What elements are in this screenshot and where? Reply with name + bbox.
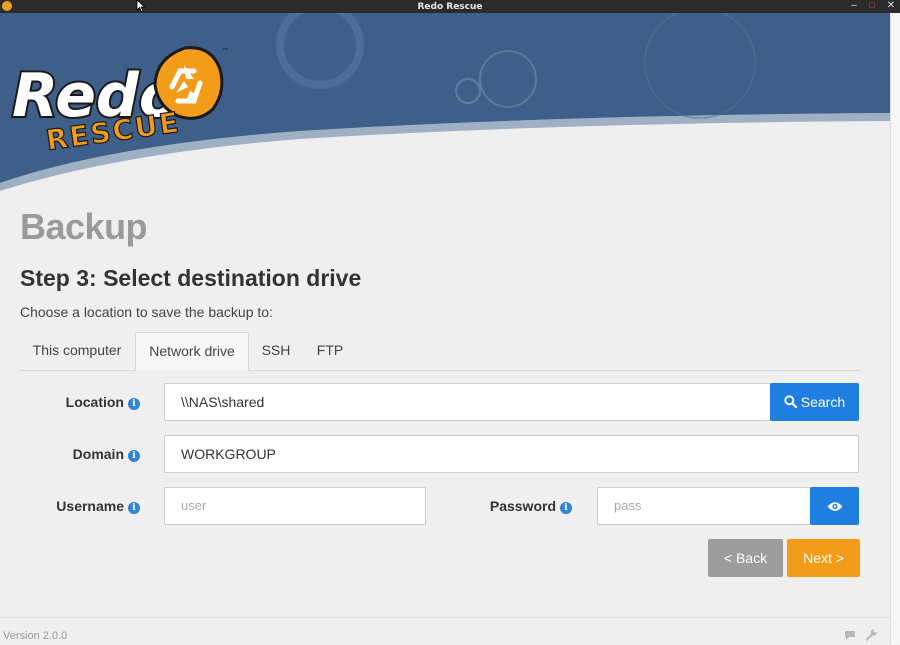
- minimize-icon[interactable]: –: [847, 0, 861, 13]
- info-icon[interactable]: i: [128, 450, 140, 462]
- domain-label: Domain: [72, 446, 124, 462]
- wrench-icon[interactable]: [864, 628, 878, 642]
- tab-ftp[interactable]: FTP: [305, 332, 355, 370]
- location-input[interactable]: \\NAS\shared: [164, 383, 771, 421]
- domain-label-group: Domain i: [40, 446, 140, 462]
- instructions-text: Choose a location to save the backup to:: [20, 304, 273, 320]
- scrollbar[interactable]: [890, 13, 900, 644]
- header-banner: Redo ™ RESCUE: [0, 13, 890, 198]
- location-label-group: Location i: [40, 394, 140, 410]
- tab-network-drive[interactable]: Network drive: [135, 332, 249, 371]
- search-button[interactable]: Search: [770, 383, 859, 421]
- search-button-label: Search: [800, 394, 846, 410]
- back-button[interactable]: < Back: [708, 539, 783, 577]
- version-text: Version 2.0.0: [3, 630, 68, 642]
- close-icon[interactable]: ✕: [884, 0, 898, 13]
- app-icon: [2, 1, 12, 11]
- mouse-cursor-icon: [136, 0, 146, 12]
- username-label-group: Username i: [30, 498, 140, 514]
- username-input[interactable]: user: [164, 487, 426, 525]
- location-label: Location: [65, 394, 124, 410]
- password-input[interactable]: pass: [597, 487, 811, 525]
- tab-ssh[interactable]: SSH: [251, 332, 301, 370]
- window-title: Redo Rescue: [417, 2, 483, 12]
- username-label: Username: [56, 498, 124, 514]
- maximize-icon[interactable]: □: [865, 0, 879, 13]
- redo-rescue-logo: Redo ™ RESCUE: [8, 43, 228, 153]
- page-title: Backup: [20, 206, 148, 247]
- show-password-button[interactable]: [810, 487, 859, 525]
- window-titlebar: Redo Rescue – □ ✕: [0, 0, 900, 13]
- next-button[interactable]: Next >: [787, 539, 860, 577]
- info-icon[interactable]: i: [560, 502, 572, 514]
- search-icon: [784, 395, 797, 409]
- info-icon[interactable]: i: [128, 502, 140, 514]
- footer: Version 2.0.0: [0, 617, 890, 645]
- svg-text:™: ™: [222, 47, 228, 55]
- tab-this-computer[interactable]: This computer: [20, 332, 134, 370]
- destination-tabs: This computer Network drive SSH FTP: [20, 332, 860, 371]
- step-title: Step 3: Select destination drive: [20, 265, 362, 291]
- password-label-group: Password i: [470, 498, 572, 514]
- domain-input[interactable]: WORKGROUP: [164, 435, 859, 473]
- chat-icon[interactable]: [843, 628, 857, 642]
- password-label: Password: [489, 498, 556, 514]
- eye-icon: [827, 502, 842, 511]
- info-icon[interactable]: i: [128, 398, 140, 410]
